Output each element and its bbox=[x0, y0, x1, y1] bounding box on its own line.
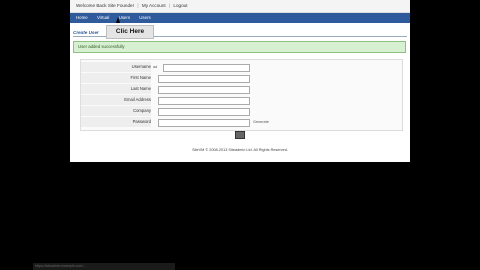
first-name-label: First Name bbox=[81, 73, 151, 83]
form-row-email: Email Address bbox=[81, 95, 402, 105]
nav-users-2[interactable]: Users bbox=[135, 13, 154, 23]
password-label: Password bbox=[81, 117, 151, 127]
separator: | bbox=[168, 3, 171, 8]
create-user-form: Username ad First Name Last Name Email A… bbox=[80, 59, 403, 131]
main-nav: Home Virtual Users Users bbox=[70, 13, 410, 23]
form-row-username: Username ad bbox=[81, 62, 402, 72]
nav-home[interactable]: Home bbox=[72, 13, 92, 23]
section-title: Create User bbox=[73, 30, 99, 35]
welcome-text: Welcome Back Site Founder bbox=[76, 3, 135, 8]
status-bar-url: https://siteadmin.example.com/... bbox=[33, 263, 175, 270]
nav-virtual[interactable]: Virtual bbox=[93, 13, 113, 23]
username-input[interactable] bbox=[163, 64, 250, 72]
generate-password-link[interactable]: Generate bbox=[253, 117, 269, 127]
mouse-cursor-icon bbox=[116, 17, 120, 23]
separator: | bbox=[137, 3, 139, 8]
form-row-company: Company bbox=[81, 106, 402, 116]
my-account-link[interactable]: My Account bbox=[142, 0, 166, 12]
company-input[interactable] bbox=[158, 108, 250, 116]
footer-copyright: SiteVM © 2008-2013 Siteadmin Ltd. All Ri… bbox=[192, 148, 288, 152]
username-label: Username bbox=[81, 62, 151, 72]
form-row-last-name: Last Name bbox=[81, 84, 402, 94]
save-icon[interactable] bbox=[235, 131, 245, 139]
last-name-input[interactable] bbox=[158, 86, 250, 94]
form-row-password: Password Generate bbox=[81, 117, 402, 127]
logout-link[interactable]: Logout bbox=[173, 0, 187, 12]
email-input[interactable] bbox=[158, 97, 250, 105]
email-label: Email Address bbox=[81, 95, 151, 105]
first-name-input[interactable] bbox=[158, 75, 250, 83]
username-prefix: ad bbox=[153, 65, 158, 69]
form-row-first-name: First Name bbox=[81, 73, 402, 83]
company-label: Company bbox=[81, 106, 151, 116]
tooltip: Clic Here bbox=[106, 25, 154, 39]
top-bar: Welcome Back Site Founder | My Account |… bbox=[70, 0, 410, 13]
password-input[interactable] bbox=[158, 119, 250, 127]
success-message: User added successfully bbox=[73, 41, 406, 53]
last-name-label: Last Name bbox=[81, 84, 151, 94]
